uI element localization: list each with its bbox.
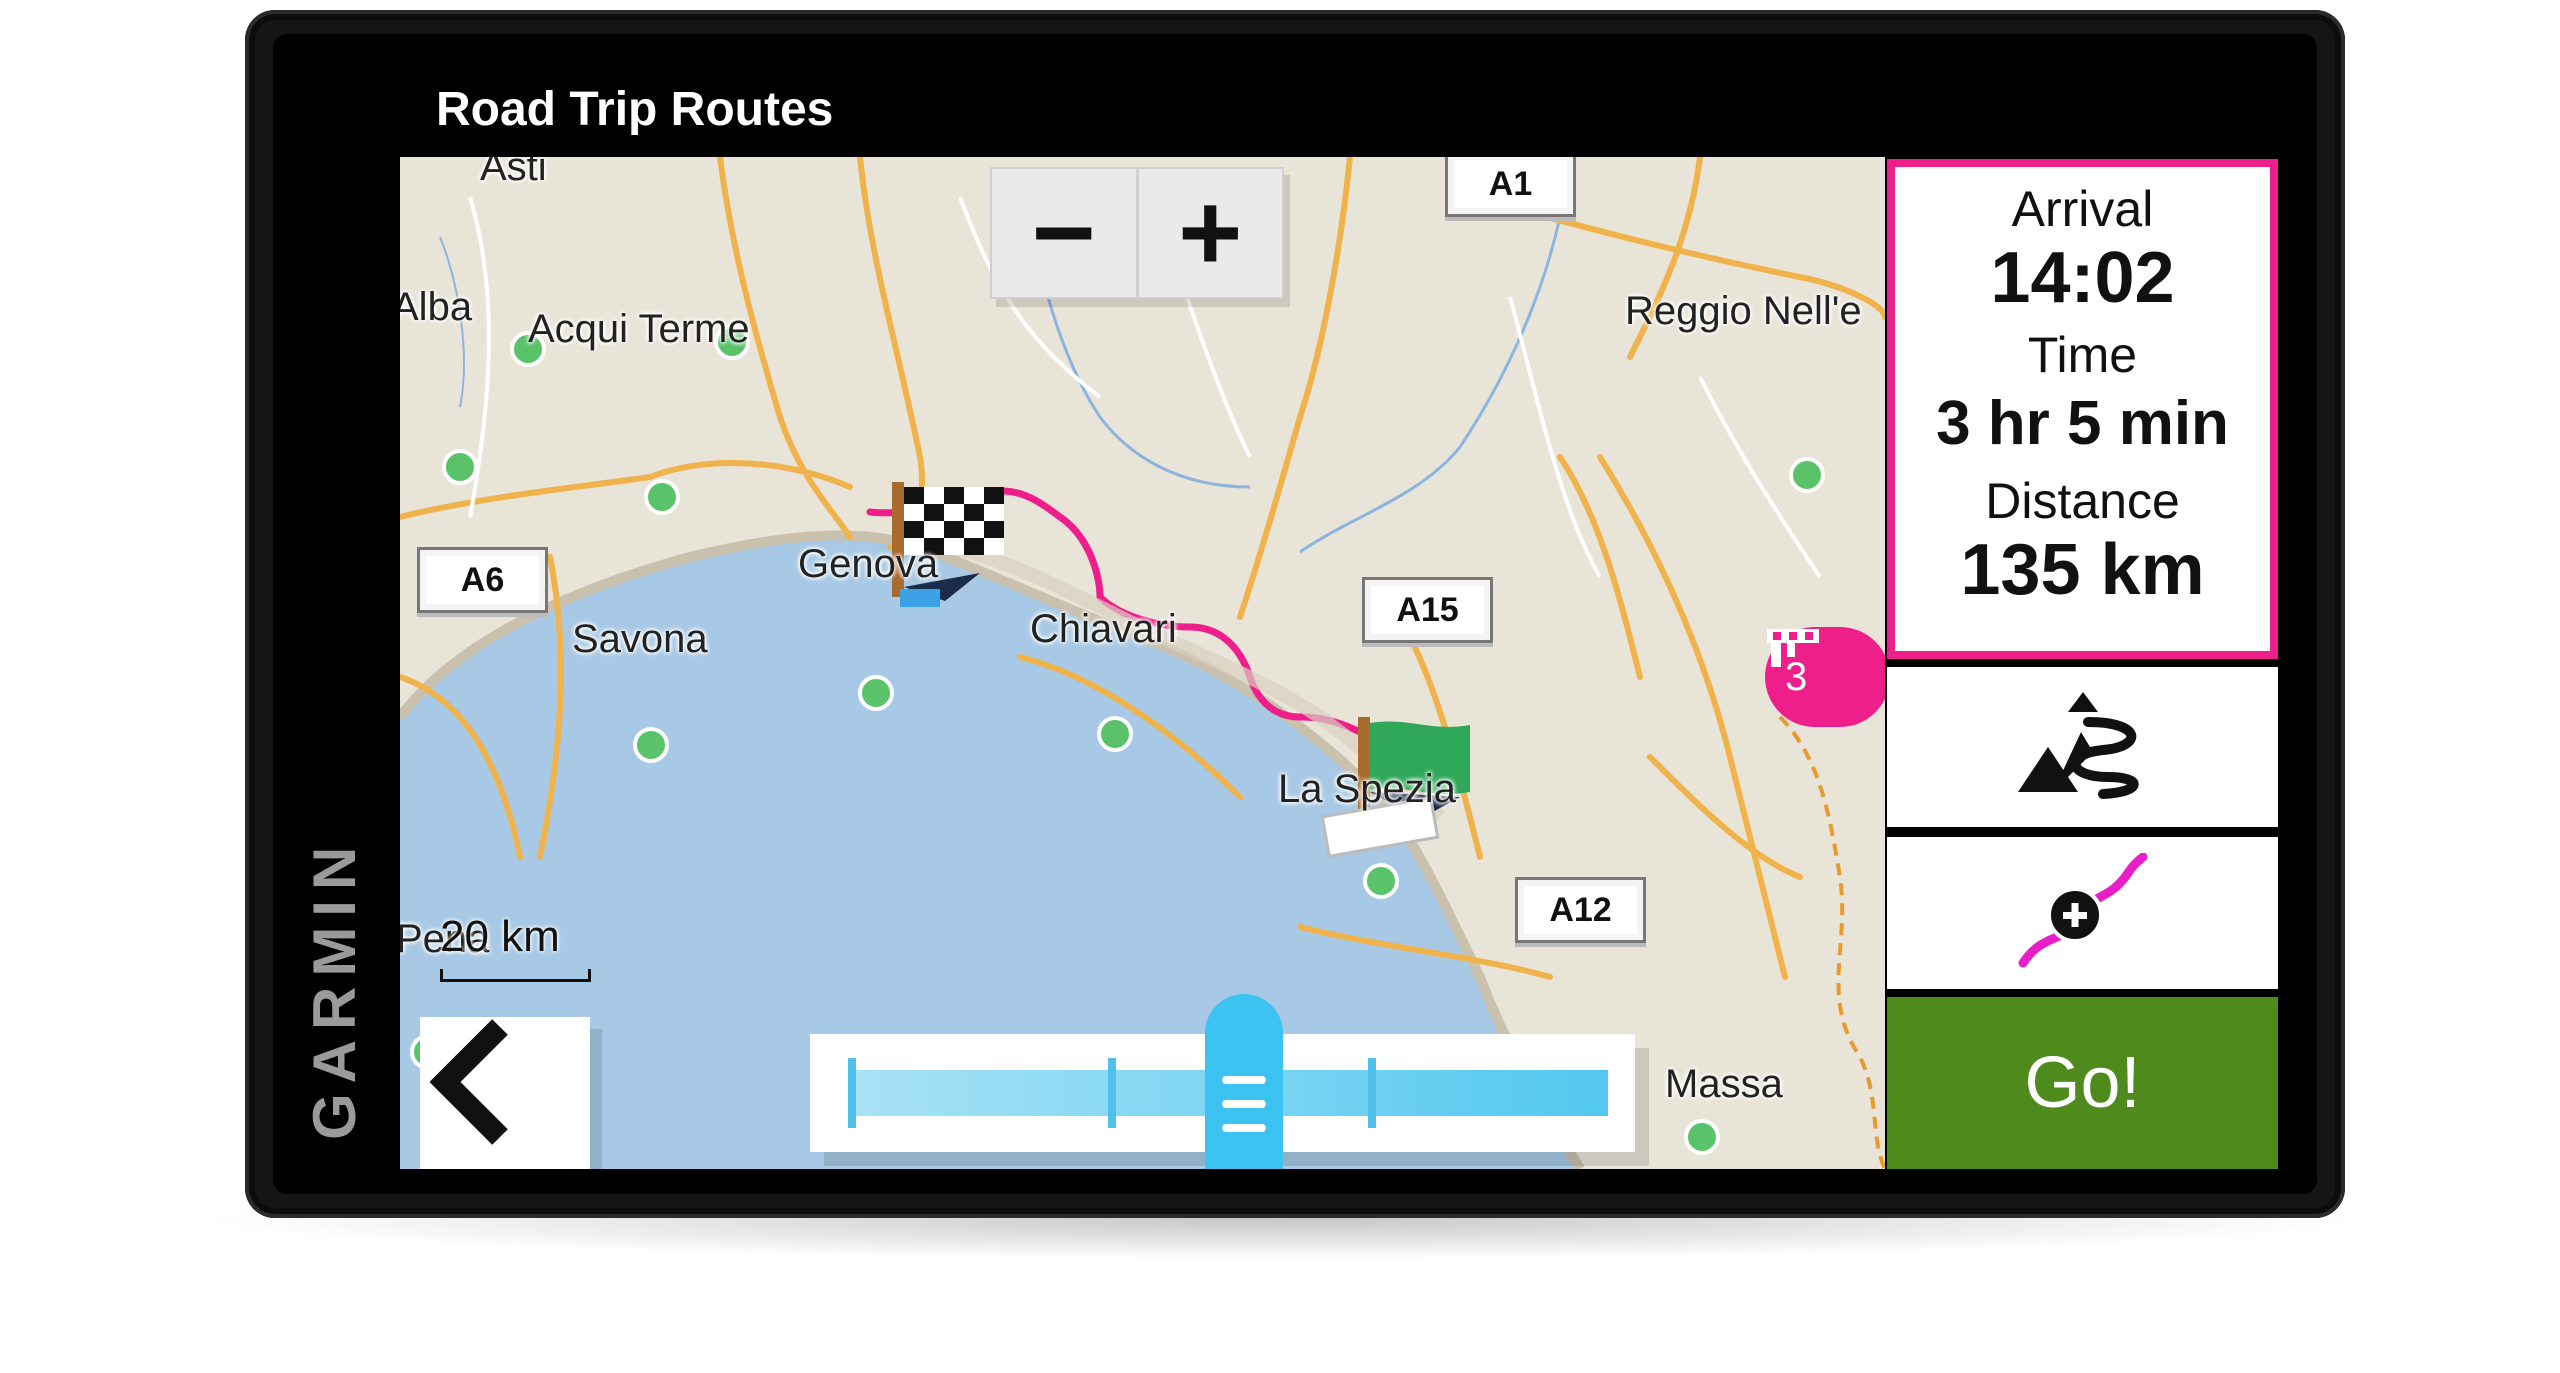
page-title: Road Trip Routes bbox=[436, 83, 834, 136]
route-sidebar: Arrival 14:02 Time 3 hr 5 min Distance 1… bbox=[1885, 157, 2280, 1169]
zoom-in-button[interactable]: + bbox=[1135, 169, 1283, 297]
curvy-road-mountains-icon bbox=[2017, 692, 2139, 799]
go-button[interactable]: Go! bbox=[1887, 997, 2278, 1169]
scale-bar bbox=[440, 969, 591, 982]
zoom-out-button[interactable]: − bbox=[992, 169, 1136, 297]
route-info-panel[interactable]: Arrival 14:02 Time 3 hr 5 min Distance 1… bbox=[1887, 159, 2278, 659]
add-shaping-point-icon bbox=[2018, 853, 2147, 968]
region-border bbox=[1778, 715, 1885, 1169]
distance-label: Distance bbox=[1985, 473, 2180, 529]
toll-badge[interactable]: 3 bbox=[1765, 627, 1885, 727]
slider-handle[interactable] bbox=[1205, 994, 1283, 1169]
town-label: La Spezia bbox=[1278, 767, 1456, 811]
arrival-value: 14:02 bbox=[1990, 238, 2175, 318]
screen: Road Trip Routes Asti Alba Acqui Terme R… bbox=[400, 62, 2280, 1169]
back-button[interactable] bbox=[420, 1017, 590, 1169]
town-label: Massa bbox=[1665, 1062, 1783, 1106]
slider-tick bbox=[1108, 1058, 1116, 1128]
town-label: Asti bbox=[480, 157, 547, 189]
map-view[interactable]: Asti Alba Acqui Terme Reggio Nell'e Geno… bbox=[400, 157, 1885, 1169]
town-label: Genova bbox=[798, 542, 939, 586]
time-label: Time bbox=[2027, 327, 2138, 383]
town-label: Chiavari bbox=[1030, 607, 1177, 651]
add-shaping-point-button[interactable] bbox=[1887, 837, 2278, 989]
slider-tick bbox=[848, 1058, 856, 1128]
distance-value: 135 km bbox=[1960, 530, 2205, 610]
curvy-roads-button[interactable] bbox=[1887, 667, 2278, 827]
town-label: Acqui Terme bbox=[528, 307, 750, 351]
brand-logo: GARMIN bbox=[301, 836, 368, 1140]
toll-booth-icon bbox=[1767, 629, 1819, 667]
chevron-left-icon bbox=[429, 1019, 508, 1145]
town-label: Reggio Nell'e bbox=[1625, 289, 1862, 333]
slider-tick bbox=[1368, 1058, 1376, 1128]
road-shield: A12 bbox=[1515, 877, 1646, 943]
road-shield: A15 bbox=[1362, 577, 1493, 643]
time-value: 3 hr 5 min bbox=[1936, 389, 2229, 458]
town-label: Alba bbox=[400, 285, 473, 329]
town-label: Savona bbox=[572, 617, 708, 661]
river bbox=[1299, 216, 1562, 554]
zoom-controls: − + bbox=[990, 167, 1284, 299]
scale-label: 20 km bbox=[440, 912, 560, 961]
road-shield: A1 bbox=[1445, 157, 1576, 217]
road-shield: A6 bbox=[417, 547, 548, 613]
arrival-label: Arrival bbox=[2011, 181, 2154, 237]
